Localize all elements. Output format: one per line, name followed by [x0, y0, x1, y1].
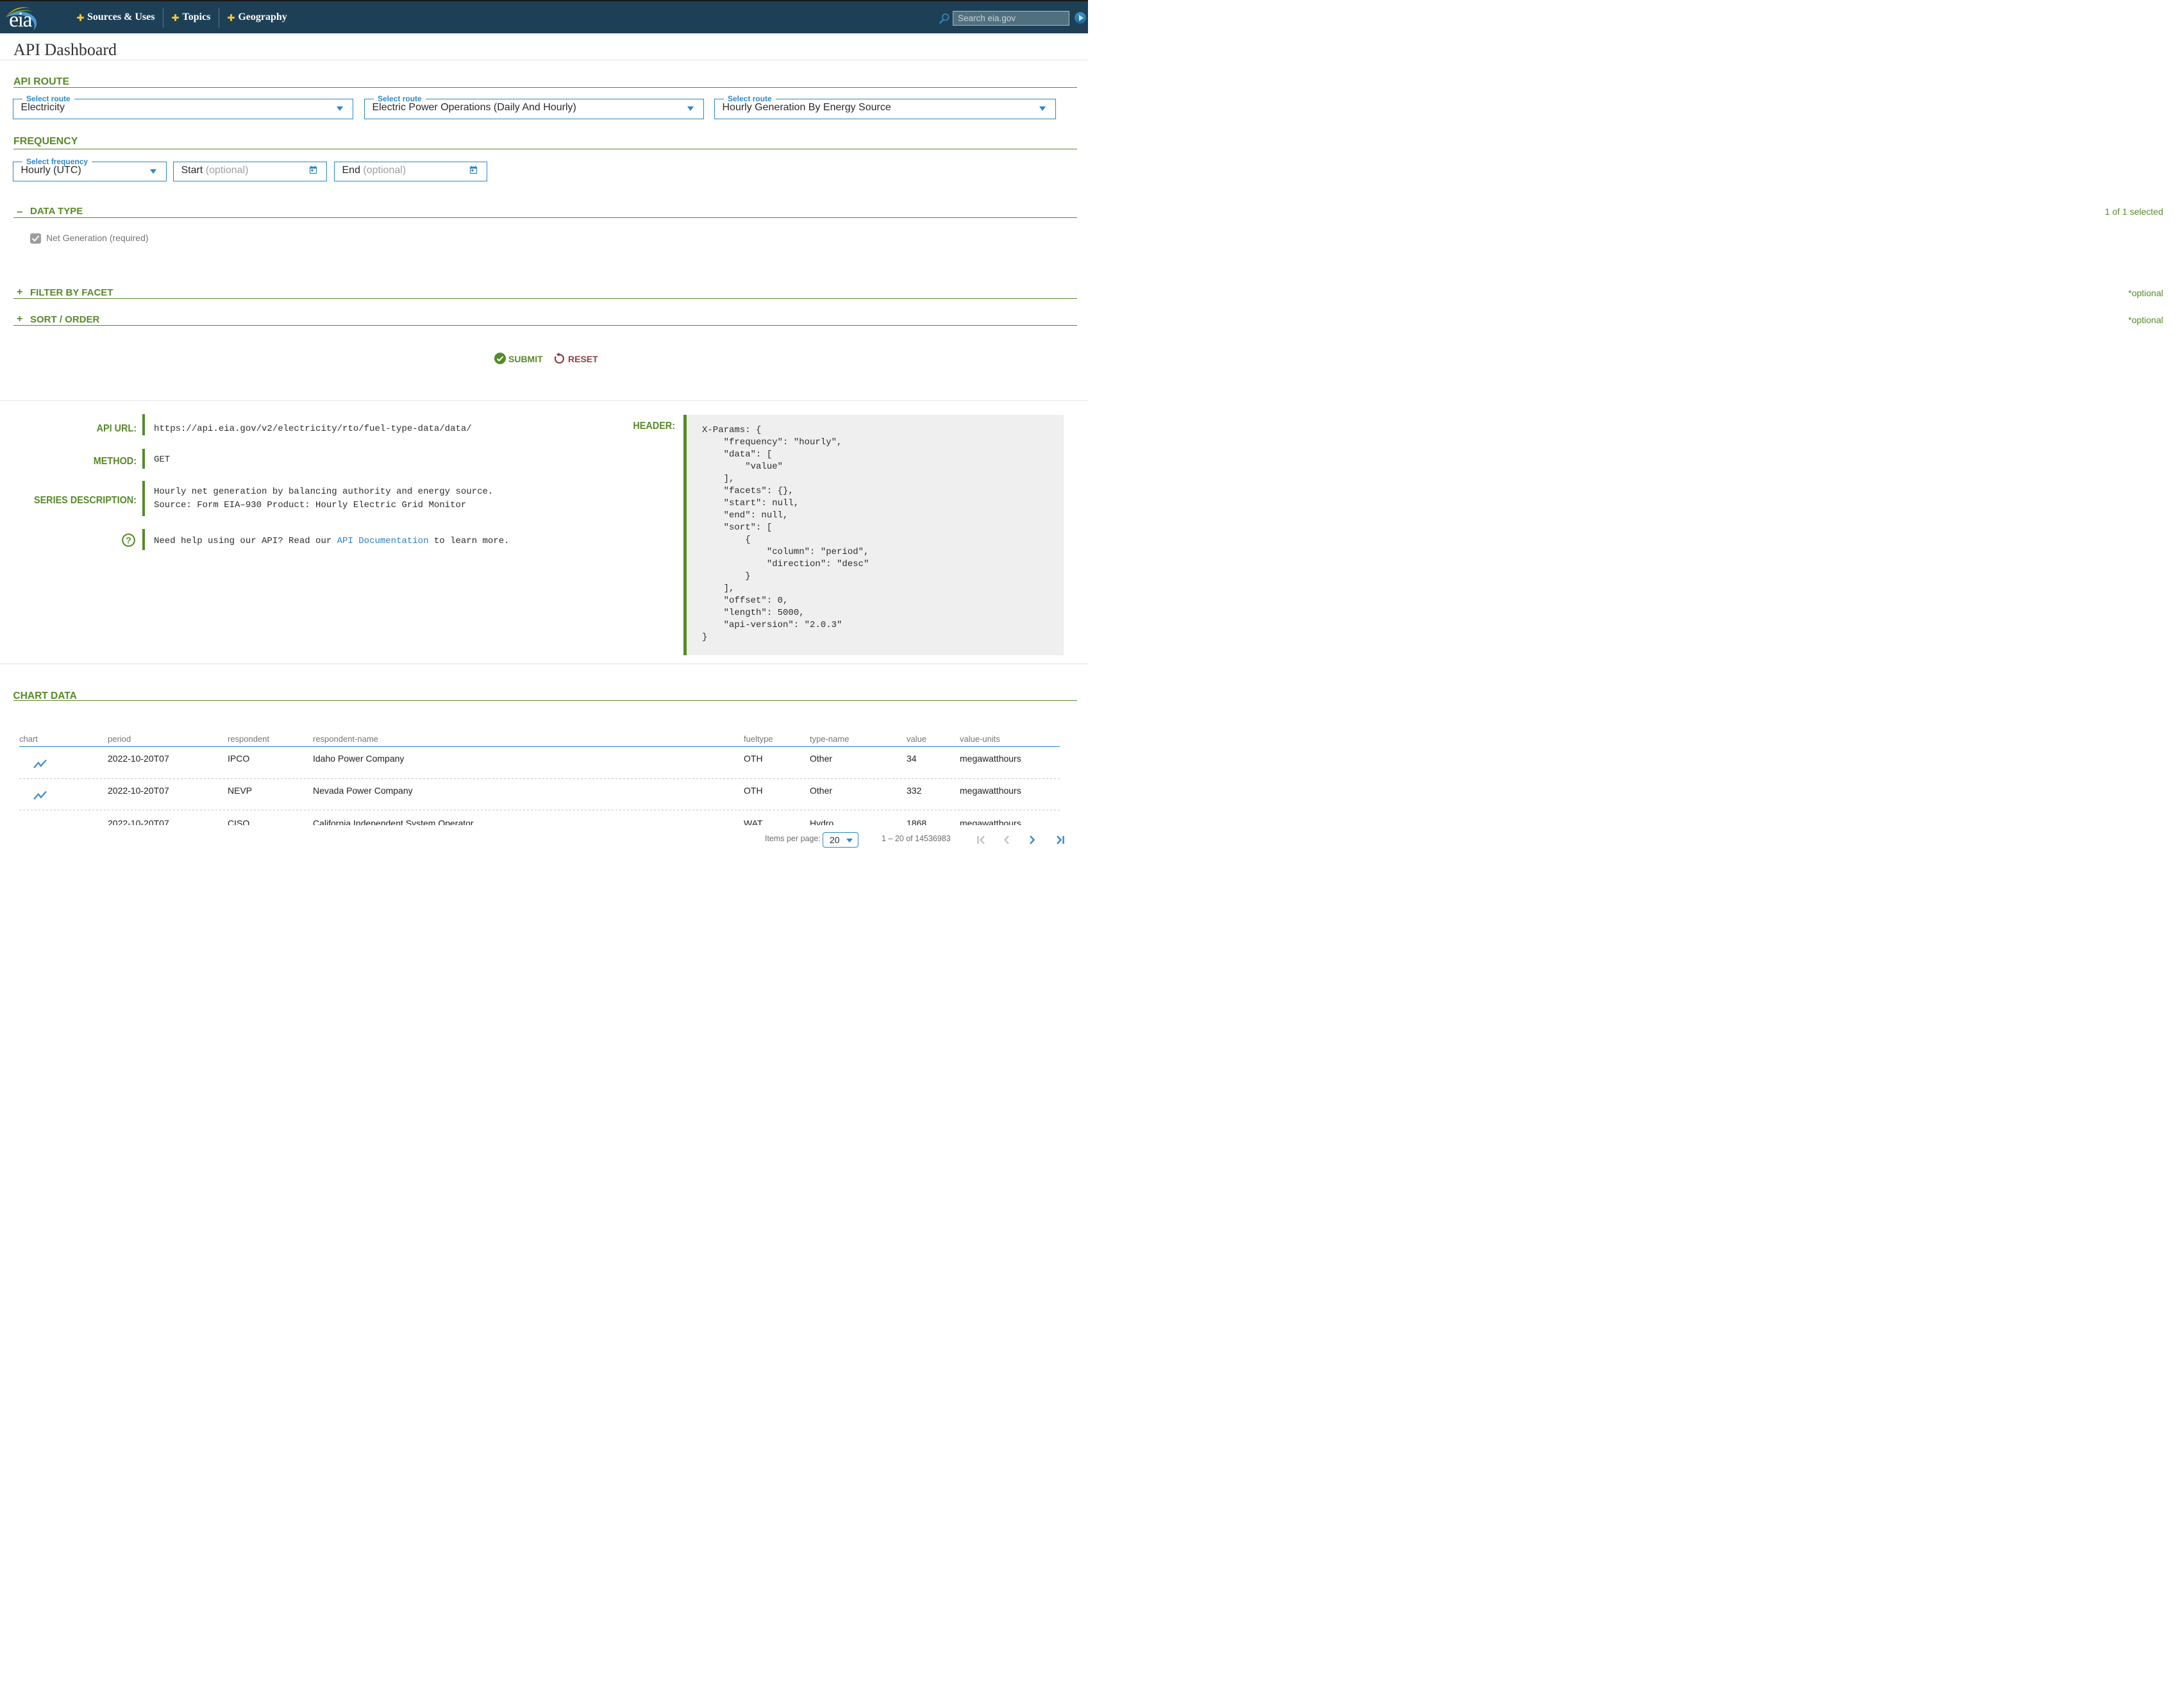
svg-text:?: ?: [126, 535, 131, 546]
svg-text:eia: eia: [9, 8, 33, 32]
